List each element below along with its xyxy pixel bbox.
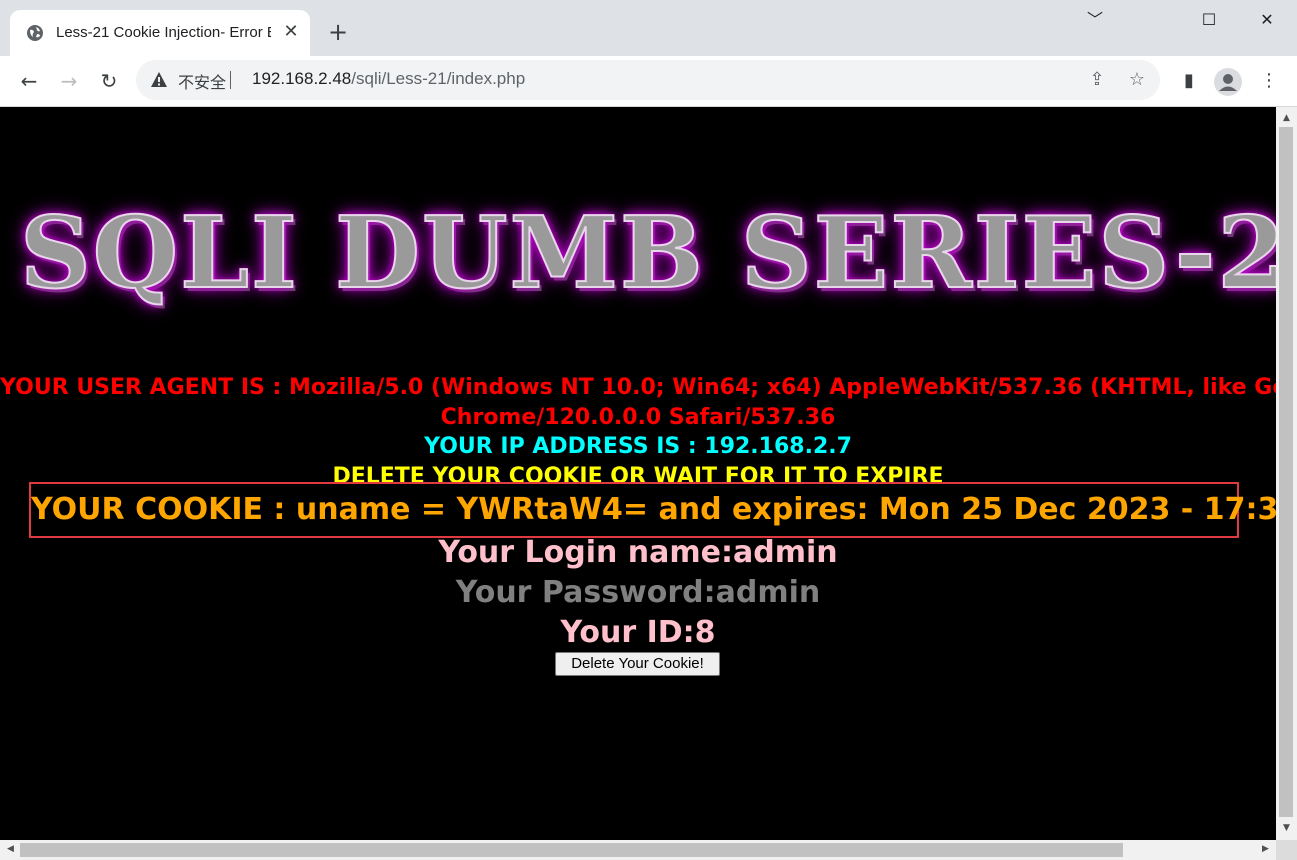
tab-strip: Less-21 Cookie Injection- Error Based- c…: [0, 0, 1297, 56]
user-agent-text: YOUR USER AGENT IS : Mozilla/5.0 (Window…: [0, 373, 1276, 433]
cookie-text: YOUR COOKIE : uname = YWRtaW4= and expir…: [31, 492, 1276, 527]
bookmark-star-icon[interactable]: ☆: [1126, 69, 1148, 91]
url-text[interactable]: 192.168.2.48/sqli/Less-21/index.php: [252, 69, 525, 89]
menu-icon[interactable]: ⋮: [1254, 66, 1284, 96]
horizontal-scroll-thumb[interactable]: [20, 843, 1123, 857]
password-text: Your Password:admin: [455, 575, 821, 610]
tab-close-icon[interactable]: ✕: [280, 21, 302, 43]
divider: [230, 71, 231, 89]
reload-icon[interactable]: ↻: [94, 66, 124, 96]
profile-avatar-icon[interactable]: [1214, 68, 1242, 96]
globe-icon: [27, 25, 43, 41]
user-agent-line-1: YOUR USER AGENT IS : Mozilla/5.0 (Window…: [0, 375, 1276, 400]
cookie-highlight-box: YOUR COOKIE : uname = YWRtaW4= and expir…: [29, 482, 1276, 538]
maximize-icon[interactable]: ☐: [1186, 6, 1232, 34]
forward-icon[interactable]: →: [54, 66, 84, 96]
series-banner: SQLI DUMB SERIES-21: [19, 196, 1276, 311]
minimize-icon[interactable]: ﹀: [1072, 6, 1118, 34]
vertical-scroll-thumb[interactable]: [1279, 127, 1293, 817]
login-name-text: Your Login name:admin: [438, 535, 838, 570]
address-bar[interactable]: 不安全 192.168.2.48/sqli/Less-21/index.php …: [136, 60, 1160, 100]
delete-cookie-button[interactable]: Delete Your Cookie!: [555, 652, 720, 676]
user-agent-line-2: Chrome/120.0.0.0 Safari/537.36: [440, 405, 836, 430]
back-icon[interactable]: ←: [14, 66, 44, 96]
scroll-down-arrow-icon[interactable]: ▼: [1276, 823, 1297, 833]
security-label[interactable]: 不安全: [178, 69, 226, 93]
person-icon: [1219, 74, 1237, 91]
tab-title: Less-21 Cookie Injection- Error Based- c…: [56, 24, 271, 41]
user-id-text: Your ID:8: [560, 615, 716, 650]
new-tab-icon[interactable]: +: [324, 18, 352, 46]
vertical-scrollbar[interactable]: ▲ ▼: [1276, 107, 1297, 840]
scroll-left-arrow-icon[interactable]: ◀: [0, 844, 21, 854]
scroll-up-arrow-icon[interactable]: ▲: [1276, 113, 1297, 123]
browser-toolbar: ← → ↻ 不安全 192.168.2.48/sqli/Less-21/inde…: [0, 56, 1297, 107]
page-content: SQLI DUMB SERIES-21 YOUR USER AGENT IS :…: [0, 107, 1276, 840]
browser-tab[interactable]: Less-21 Cookie Injection- Error Based- c…: [10, 10, 310, 56]
delete-notice-text: DELETE YOUR COOKIE OR WAIT FOR IT TO EXP…: [332, 464, 944, 483]
horizontal-scrollbar[interactable]: ◀ ▶: [0, 840, 1276, 860]
ip-address-text: YOUR IP ADDRESS IS : 192.168.2.7: [424, 434, 852, 459]
warning-icon[interactable]: [150, 71, 168, 89]
sidebar-icon[interactable]: ▮: [1174, 66, 1204, 96]
url-path: /sqli/Less-21/index.php: [351, 69, 526, 88]
share-icon[interactable]: ⇪: [1086, 69, 1108, 91]
url-host: 192.168.2.48: [252, 69, 352, 88]
scroll-right-arrow-icon[interactable]: ▶: [1255, 844, 1276, 854]
close-window-icon[interactable]: ✕: [1244, 6, 1290, 34]
scrollbar-corner: [1276, 840, 1297, 860]
